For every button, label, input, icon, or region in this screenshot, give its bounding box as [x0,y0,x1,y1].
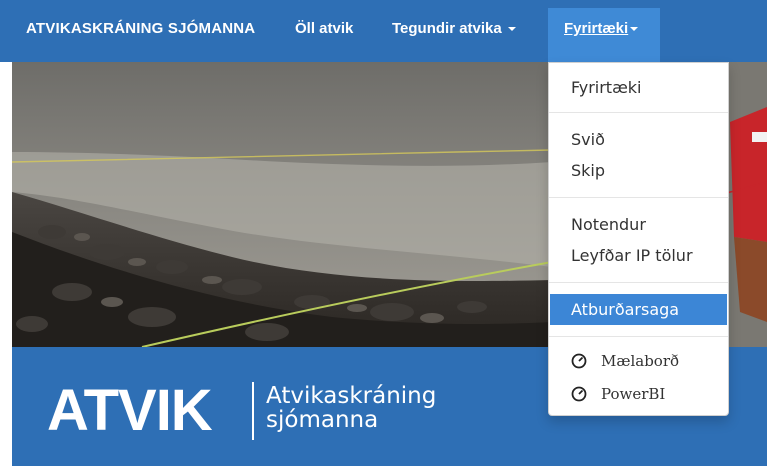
menu-item-event-history-label: Atburðarsaga [571,300,680,319]
menu-item-event-history[interactable]: Atburðarsaga [550,294,727,325]
menu-item-allowed-ips[interactable]: Leyfðar IP tölur [571,246,693,265]
menu-item-ships[interactable]: Skip [571,161,605,180]
menu-divider [549,112,728,113]
menu-divider [549,282,728,283]
menu-item-dashboard-label: Mælaborð [601,352,680,370]
companies-dropdown-menu: Fyrirtæki Svið Skip Notendur Leyfðar IP … [548,62,729,416]
page-gutter [0,62,12,466]
gauge-icon [571,386,587,402]
caret-down-icon [507,27,516,32]
menu-item-divisions[interactable]: Svið [571,130,605,149]
tagline-line-1: Atvikaskráning [266,383,437,409]
menu-item-dashboard[interactable]: Mælaborð [571,352,679,370]
nav-incident-types[interactable]: Tegundir atvika [392,20,516,37]
atvik-logo: ATVIK [47,378,213,443]
nav-companies[interactable]: Fyrirtæki [548,8,660,62]
nav-incident-types-label: Tegundir atvika [392,20,502,37]
nav-companies-label: Fyrirtæki [564,20,639,37]
menu-divider [549,197,728,198]
caret-down-icon [630,27,639,32]
logo-tagline: Atvikaskráning sjómanna [266,384,436,432]
menu-divider [549,336,728,337]
top-navbar: ATVIKASKRÁNING SJÓMANNA Öll atvik Tegund… [0,0,767,62]
tagline-line-2: sjómanna [266,407,379,433]
menu-item-powerbi[interactable]: PowerBI [571,385,665,403]
brand-link[interactable]: ATVIKASKRÁNING SJÓMANNA [26,20,255,37]
gauge-icon [571,353,587,369]
logo-divider [252,382,254,440]
menu-item-companies[interactable]: Fyrirtæki [571,78,642,97]
nav-all-incidents[interactable]: Öll atvik [295,20,353,37]
menu-item-powerbi-label: PowerBI [601,385,666,403]
menu-item-users[interactable]: Notendur [571,215,646,234]
